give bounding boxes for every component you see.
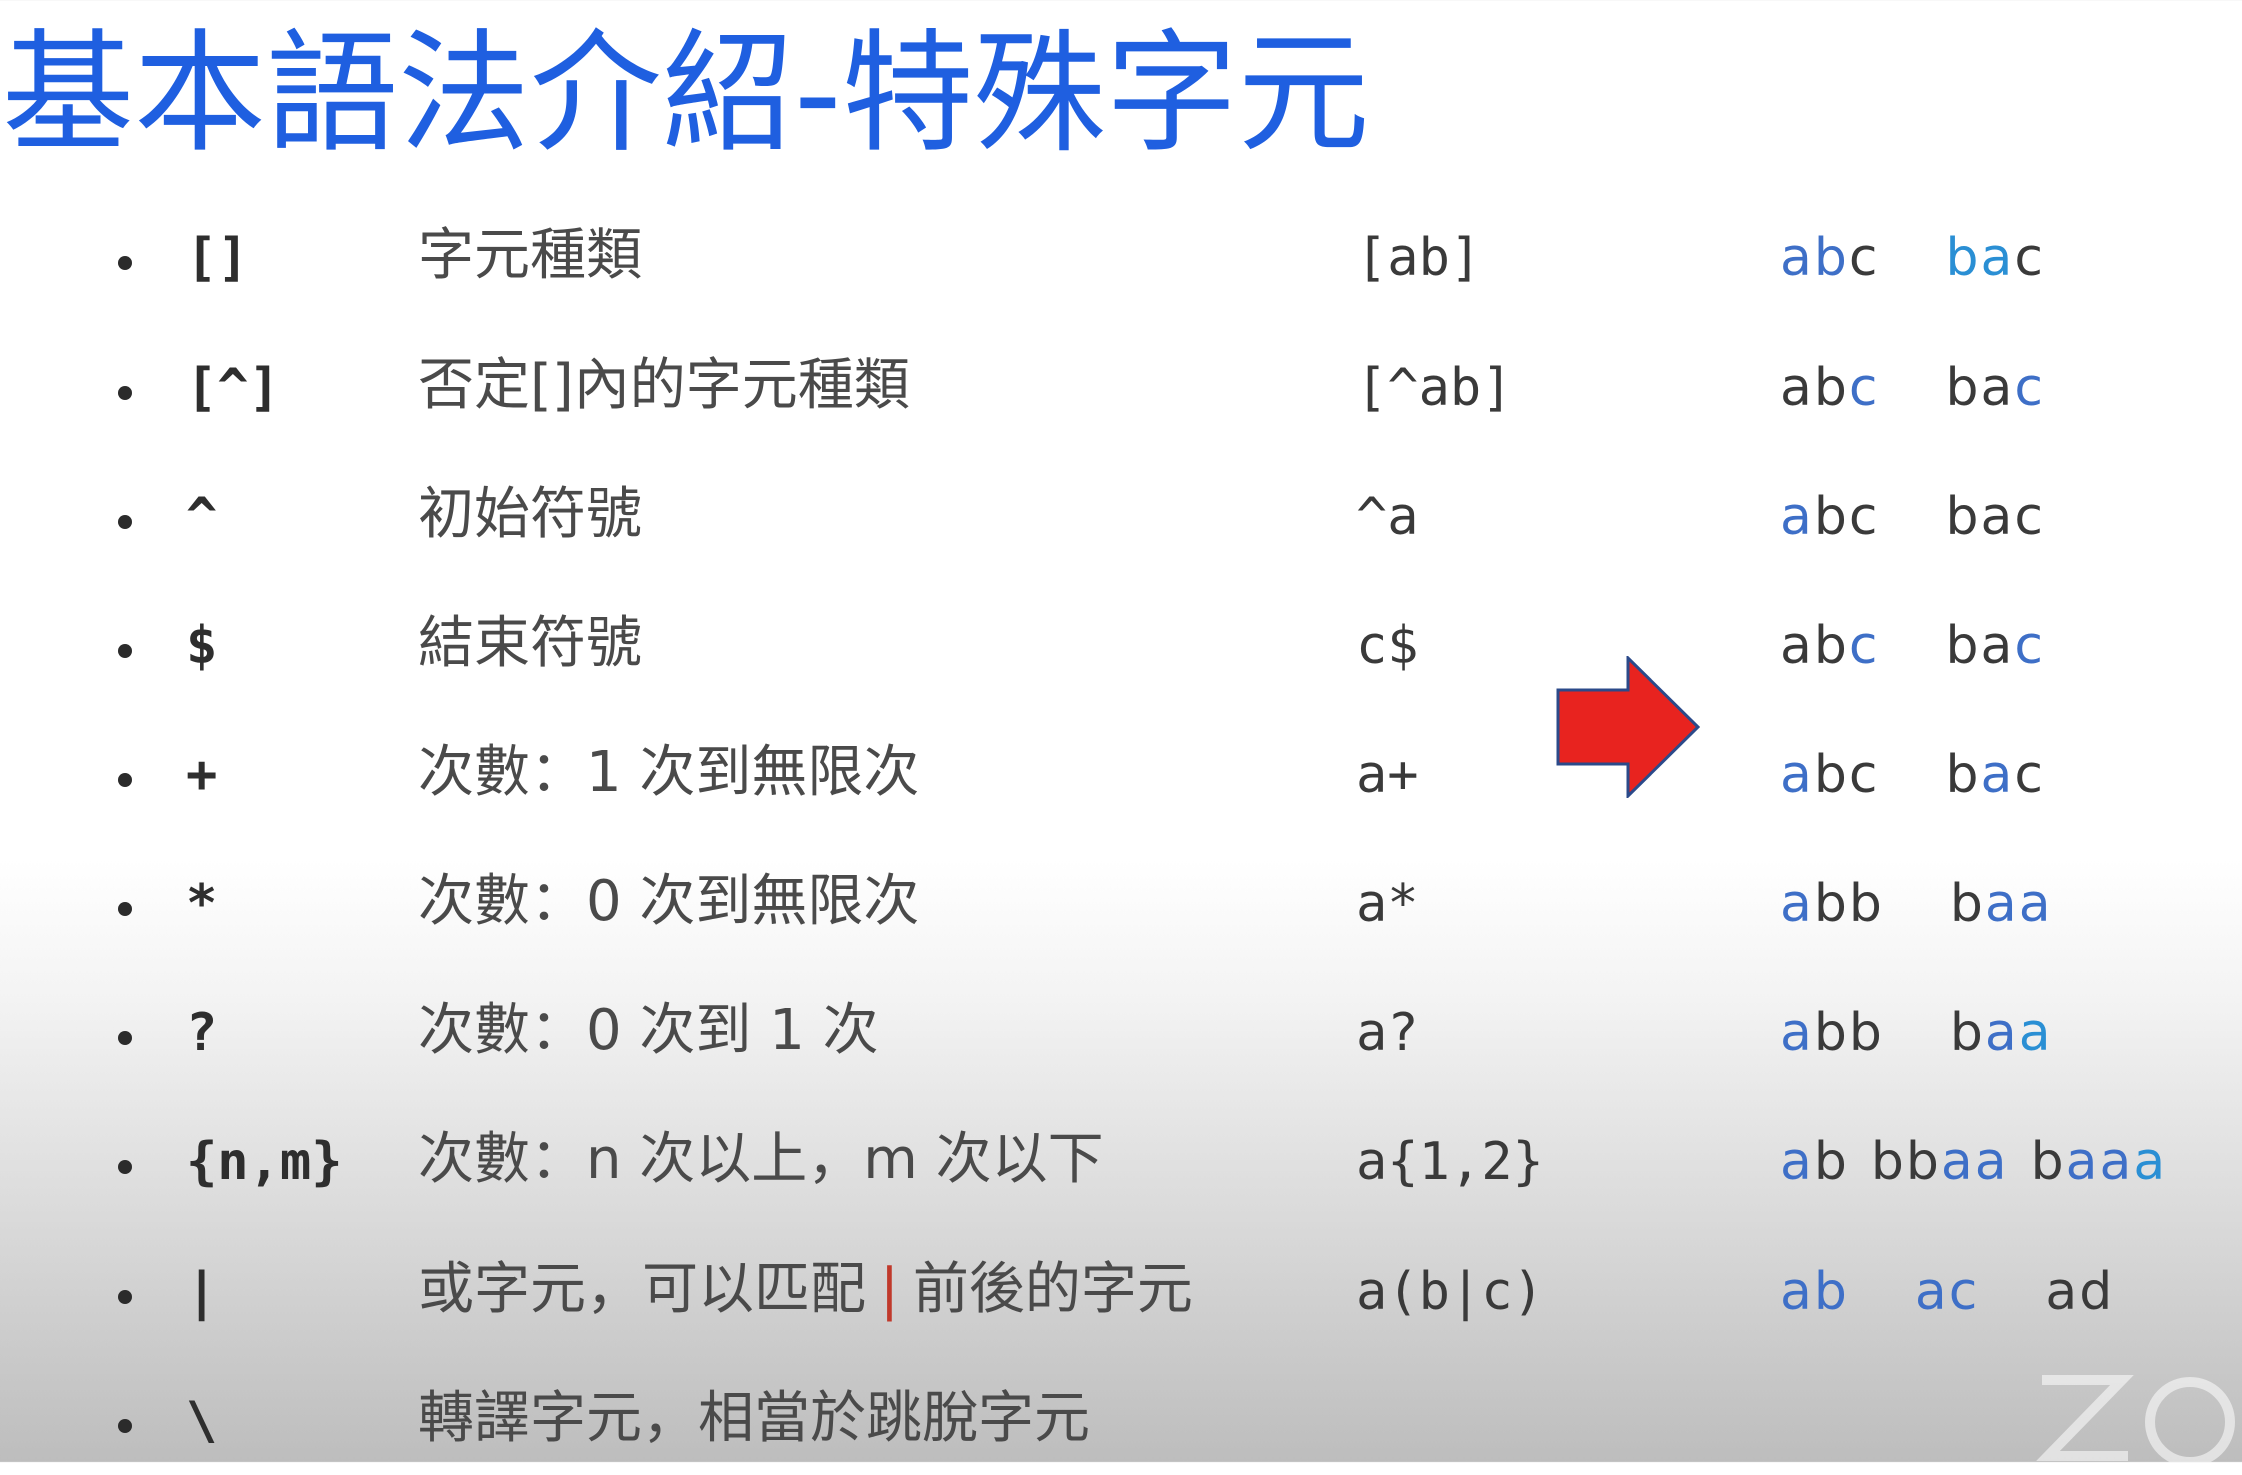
special-char-description: 否定[]內的字元種類	[418, 353, 910, 418]
example-string: baa	[1949, 1003, 2053, 1063]
list-item: ^ 初始符號 ^a abc bac	[0, 481, 2242, 571]
bullet-icon	[118, 515, 132, 529]
regex-pattern: a(b|c)	[1356, 1262, 1544, 1322]
bullet-icon	[118, 256, 132, 270]
match-examples: abc bac	[1780, 232, 2045, 284]
pipe-symbol: |	[880, 1257, 899, 1322]
special-char-symbol: {n,m}	[186, 1132, 343, 1192]
example-string: bac	[1945, 487, 2045, 547]
bullet-icon	[118, 1031, 132, 1045]
special-char-description: 轉譯字元，相當於跳脫字元	[418, 1386, 1090, 1451]
match-examples: abc bac	[1780, 491, 2045, 543]
example-string: abc	[1780, 358, 1880, 418]
special-char-symbol: []	[186, 228, 249, 288]
example-string: baaa	[2030, 1132, 2168, 1192]
special-char-description: 或字元，可以匹配 | 前後的字元	[418, 1262, 1193, 1318]
match-examples: abc bac	[1780, 749, 2045, 801]
special-char-description: 次數：0 次到 1 次	[418, 998, 879, 1063]
slide-title: 基本語法介紹-特殊字元	[2, 17, 1370, 171]
example-string: abb	[1780, 1003, 1884, 1063]
zoom-watermark-icon	[2036, 1375, 2235, 1462]
example-string: ab	[1780, 1132, 1849, 1192]
regex-pattern: a*	[1356, 874, 1419, 934]
list-item: $ 結束符號 c$ abc bac	[0, 610, 2242, 700]
list-item: * 次數：0 次到無限次 a* abb baa	[0, 868, 2242, 958]
special-char-description: 次數：n 次以上，m 次以下	[418, 1127, 1104, 1192]
example-string: abb	[1780, 874, 1884, 934]
example-string: abc	[1780, 487, 1880, 547]
bullet-icon	[118, 386, 132, 400]
example-string: bac	[1945, 358, 2045, 418]
example-string: abc	[1780, 616, 1880, 676]
bullet-icon	[118, 644, 132, 658]
description-text: 前後的字元	[912, 1257, 1193, 1322]
regex-pattern: a{1,2}	[1356, 1132, 1544, 1192]
special-char-symbol: |	[186, 1262, 218, 1322]
special-char-description: 次數：0 次到無限次	[418, 869, 920, 934]
example-string: bac	[1945, 745, 2045, 805]
regex-pattern: c$	[1356, 616, 1419, 676]
example-string: abc	[1780, 745, 1880, 805]
example-string: abc	[1780, 228, 1880, 288]
list-item: {n,m} 次數：n 次以上，m 次以下 a{1,2} ab bbaa baaa	[0, 1126, 2242, 1216]
regex-pattern: [^ab]	[1356, 358, 1513, 418]
example-string: baa	[1949, 874, 2053, 934]
list-item: | 或字元，可以匹配 | 前後的字元 a(b|c) ab ac ad	[0, 1256, 2242, 1346]
example-string: ac	[1914, 1262, 1980, 1322]
match-examples: ab ac ad	[1780, 1266, 2114, 1318]
special-char-symbol: *	[186, 874, 218, 934]
example-string: bac	[1945, 616, 2045, 676]
list-item: [] 字元種類 [ab] abc bac	[0, 222, 2242, 312]
right-arrow-icon	[1556, 656, 1700, 798]
match-examples: abb baa	[1780, 1007, 2053, 1059]
regex-pattern: ^a	[1356, 487, 1419, 547]
list-item: [^] 否定[]內的字元種類 [^ab] abc bac	[0, 352, 2242, 442]
match-examples: abb baa	[1780, 878, 2053, 930]
example-string: bbaa	[1870, 1132, 2009, 1192]
regex-pattern: [ab]	[1356, 228, 1482, 288]
example-string: ad	[2045, 1262, 2115, 1322]
special-char-description: 次數：1 次到無限次	[418, 740, 920, 805]
special-char-symbol: ?	[186, 1003, 218, 1063]
description-text: 或字元，可以匹配	[418, 1257, 866, 1322]
example-string: ab	[1780, 1262, 1849, 1322]
list-item: + 次數：1 次到無限次 a+ abc bac	[0, 739, 2242, 829]
special-char-symbol: [^]	[186, 358, 280, 418]
special-char-description: 結束符號	[418, 611, 642, 676]
list-item: ? 次數：0 次到 1 次 a? abb baa	[0, 997, 2242, 1087]
regex-pattern: a+	[1356, 745, 1419, 805]
bullet-icon	[118, 902, 132, 916]
bullet-icon	[118, 773, 132, 787]
match-examples: ab bbaa baaa	[1780, 1136, 2167, 1188]
special-char-symbol: +	[186, 745, 218, 805]
bullet-icon	[118, 1419, 132, 1433]
special-char-symbol: \	[186, 1391, 218, 1451]
regex-pattern: a?	[1356, 1003, 1419, 1063]
special-char-description: 初始符號	[418, 482, 642, 547]
bullet-icon	[118, 1160, 132, 1174]
bullet-icon	[118, 1290, 132, 1304]
special-char-description: 字元種類	[418, 223, 642, 288]
match-examples: abc bac	[1780, 362, 2045, 414]
match-examples: abc bac	[1780, 620, 2045, 672]
special-char-symbol: ^	[186, 487, 218, 547]
example-string: bac	[1945, 228, 2045, 288]
special-char-symbol: $	[186, 616, 218, 676]
